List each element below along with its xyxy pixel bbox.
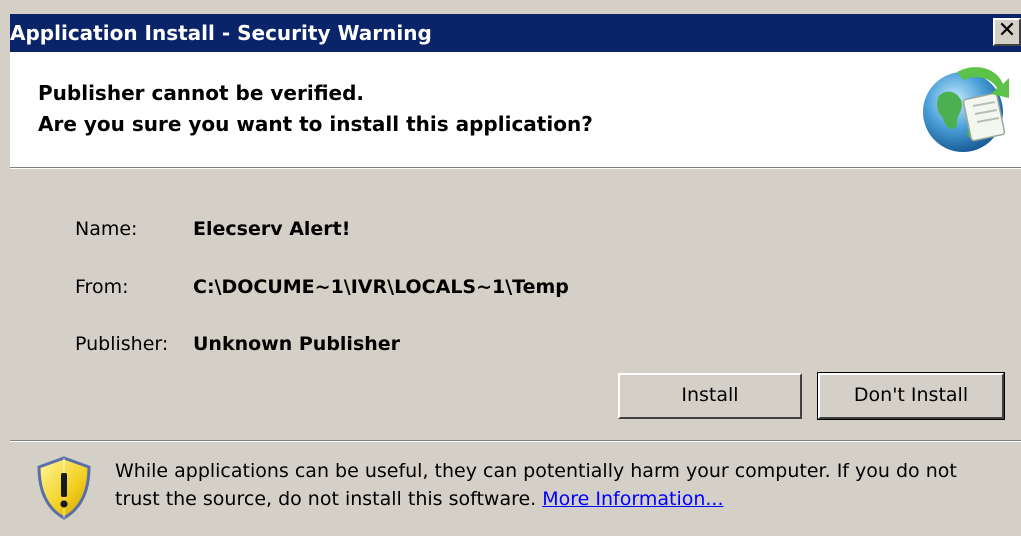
footer-divider bbox=[10, 440, 1021, 442]
close-button[interactable]: ✕ bbox=[993, 18, 1021, 46]
warning-text: While applications can be useful, they c… bbox=[115, 460, 957, 510]
name-label: Name: bbox=[75, 218, 138, 240]
publisher-label: Publisher: bbox=[75, 333, 169, 355]
warning-shield-icon bbox=[37, 456, 91, 520]
publisher-value: Unknown Publisher bbox=[193, 333, 401, 355]
header-line-1: Publisher cannot be verified. bbox=[38, 81, 365, 105]
title-bar[interactable]: Application Install - Security Warning ✕ bbox=[10, 14, 1021, 52]
header-divider bbox=[10, 167, 1021, 169]
security-warning-dialog: Application Install - Security Warning ✕… bbox=[0, 0, 1021, 536]
window-title: Application Install - Security Warning bbox=[10, 21, 432, 45]
dialog-header: Publisher cannot be verified. Are you su… bbox=[10, 52, 1021, 167]
header-message: Publisher cannot be verified. Are you su… bbox=[38, 78, 593, 140]
dont-install-button[interactable]: Don't Install bbox=[817, 372, 1005, 420]
from-value: C:\DOCUME~1\IVR\LOCALS~1\Temp bbox=[193, 276, 569, 298]
warning-message: While applications can be useful, they c… bbox=[115, 457, 995, 513]
header-line-2: Are you sure you want to install this ap… bbox=[38, 112, 593, 136]
from-label: From: bbox=[75, 276, 129, 298]
install-button[interactable]: Install bbox=[618, 373, 802, 419]
globe-install-icon bbox=[923, 67, 1009, 152]
close-icon: ✕ bbox=[997, 18, 1017, 43]
more-information-link[interactable]: More Information... bbox=[542, 488, 723, 510]
name-value: Elecserv Alert! bbox=[193, 218, 351, 240]
